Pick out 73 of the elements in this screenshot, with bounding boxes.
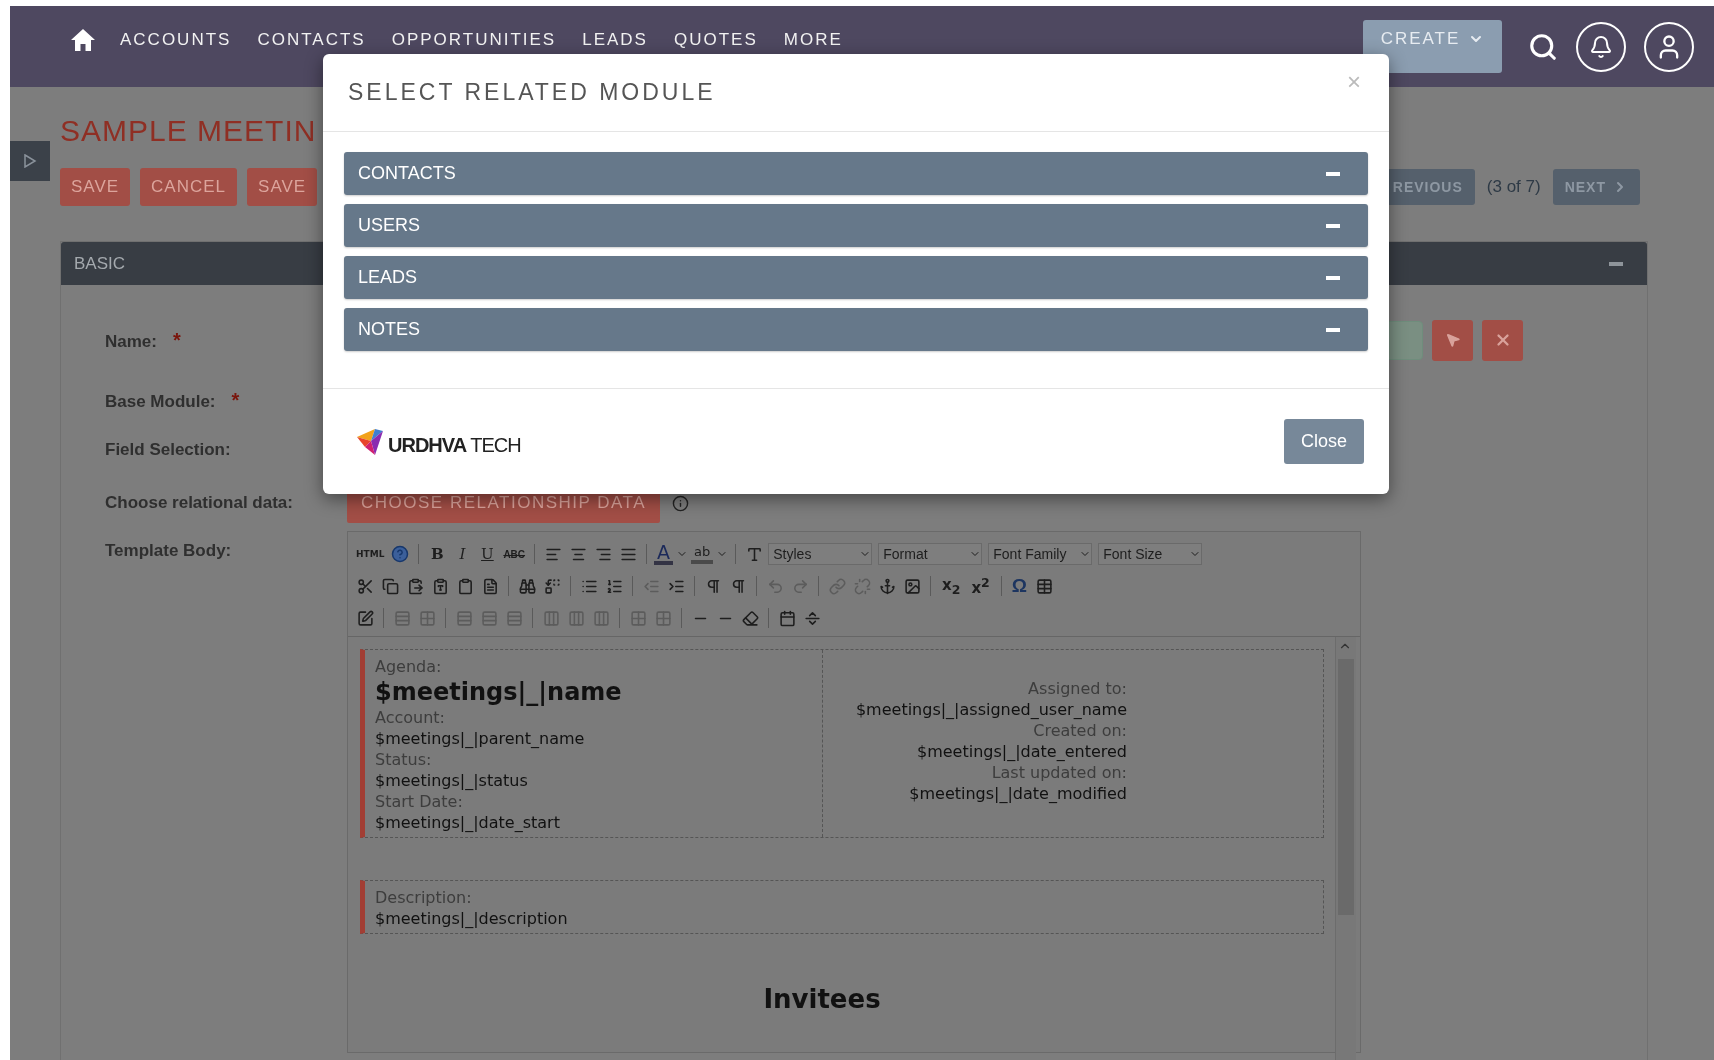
section-heading: Invitees — [762, 984, 882, 1014]
superscript-button[interactable]: x$^{2}$ — [967, 575, 994, 597]
strikethrough-button[interactable]: ABC — [501, 548, 528, 560]
nav-link[interactable]: OPPORTUNITIES — [391, 29, 557, 50]
nav-link[interactable]: QUOTES — [673, 29, 758, 50]
nav-link[interactable]: ACCOUNTS — [120, 29, 232, 50]
field-label: Template Body: — [105, 540, 233, 561]
sidebar-toggle[interactable] — [10, 141, 50, 181]
subscript-button[interactable]: x$_{2}$ — [938, 575, 965, 597]
nav-link[interactable]: CONTACTS — [257, 29, 366, 50]
triangle-icon — [23, 154, 37, 168]
accordion-header[interactable]: CONTACTS — [344, 152, 1368, 195]
field-label: Start Date: — [375, 791, 463, 812]
required-mark: * — [231, 388, 240, 411]
panel-title: BASIC — [74, 253, 126, 274]
search-icon[interactable] — [1528, 31, 1558, 62]
field-placeholder: $meetings|_|assigned_user_name — [855, 699, 1127, 720]
field-placeholder: $meetings|_|date_modified — [909, 783, 1127, 804]
field-label: Created on: — [1033, 720, 1127, 741]
field-placeholder: $meetings|_|name — [375, 677, 622, 707]
nav-link[interactable]: MORE — [783, 29, 843, 50]
info-icon[interactable] — [672, 494, 690, 512]
highlight-button[interactable]: ab — [691, 544, 714, 564]
field-label: Choose relational data: — [105, 493, 294, 513]
field-placeholder: $meetings|_|parent_name — [375, 728, 585, 749]
accordion-title: LEADS — [358, 267, 418, 288]
field-label: Account: — [375, 707, 445, 728]
select-button[interactable] — [1432, 319, 1473, 361]
field-label: Status: — [375, 749, 432, 770]
field-placeholder: $meetings|_|date_start — [375, 812, 560, 833]
format-dropdown[interactable]: Format — [878, 543, 983, 565]
format-dropdown[interactable]: Font Size — [1098, 543, 1203, 565]
text-color-button[interactable]: A — [654, 543, 674, 565]
field-label: Assigned to: — [1028, 678, 1127, 699]
next-button[interactable]: NEXT — [1552, 169, 1640, 205]
cursor-icon — [1444, 332, 1461, 348]
dialog-title: SELECT RELATED MODULE — [348, 79, 716, 106]
notifications-button[interactable] — [1576, 21, 1626, 72]
bell-icon — [1589, 34, 1613, 59]
format-dropdown[interactable]: Styles — [768, 543, 873, 565]
accordion-title: NOTES — [358, 319, 420, 340]
nav-link[interactable]: LEADS — [582, 29, 648, 50]
user-button[interactable] — [1644, 21, 1694, 72]
italic-button[interactable]: I — [451, 542, 474, 566]
format-dropdown[interactable]: Font Family — [988, 543, 1093, 565]
action-button[interactable]: SAVE — [60, 168, 131, 206]
special-character-button[interactable]: Ω — [1008, 575, 1030, 597]
field-label: Field Selection: — [105, 440, 232, 460]
action-button[interactable]: CANCEL — [140, 168, 238, 206]
action-button[interactable]: SAVE — [247, 168, 318, 206]
record-title: SAMPLE MEETIN — [60, 113, 318, 149]
accordion-header[interactable]: USERS — [344, 204, 1368, 247]
close-button[interactable]: Close — [1283, 419, 1364, 464]
home-icon[interactable] — [70, 27, 96, 52]
required-mark: * — [172, 328, 181, 351]
field-label: Description: — [375, 887, 472, 908]
underline-button[interactable]: U — [476, 542, 499, 566]
bold-button[interactable]: B — [426, 542, 449, 566]
accordion-header[interactable]: LEADS — [344, 256, 1368, 299]
accordion-title: USERS — [358, 215, 420, 236]
accordion-title: CONTACTS — [358, 163, 456, 184]
field-placeholder: $meetings|_|description — [375, 908, 568, 929]
logo-icon — [355, 426, 385, 457]
field-placeholder: $meetings|_|date_entered — [917, 741, 1127, 762]
html-button[interactable]: HTML — [354, 549, 387, 559]
record-count: (3 of 7) — [1486, 177, 1541, 197]
create-button[interactable]: CREATE — [1363, 20, 1502, 73]
accordion-header[interactable]: NOTES — [344, 308, 1368, 351]
clear-button[interactable] — [1482, 319, 1523, 361]
field-placeholder: $meetings|_|status — [375, 770, 528, 791]
logo-text: URDHVA TECH — [388, 433, 521, 457]
field-label: Last updated on: — [991, 762, 1127, 783]
field-label: Agenda: — [375, 656, 442, 677]
